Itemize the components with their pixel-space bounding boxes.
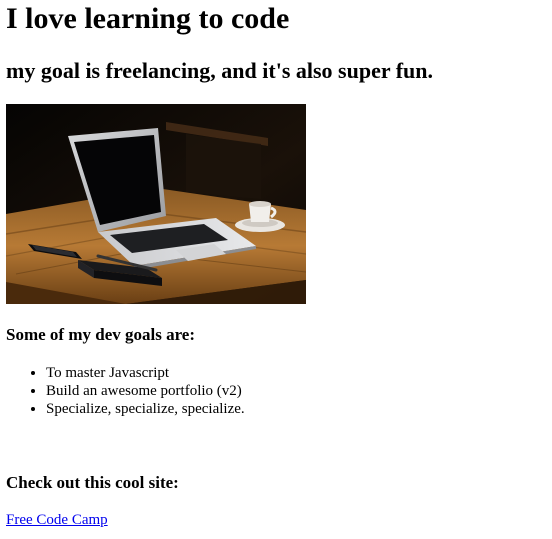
- goals-heading: Some of my dev goals are:: [6, 325, 196, 344]
- list-item: Specialize, specialize, specialize.: [46, 400, 245, 418]
- list-item: To master Javascript: [46, 364, 245, 382]
- goals-list: To master Javascript Build an awesome po…: [6, 364, 245, 418]
- list-item: Build an awesome portfolio (v2): [46, 382, 245, 400]
- site-heading: Check out this cool site:: [6, 473, 179, 492]
- laptop-desk-photo: [6, 104, 306, 304]
- free-code-camp-link[interactable]: Free Code Camp: [6, 511, 108, 529]
- page-title: I love learning to code: [6, 2, 290, 35]
- page-subtitle: my goal is freelancing, and it's also su…: [6, 58, 434, 83]
- page: I love learning to code my goal is freel…: [0, 0, 552, 539]
